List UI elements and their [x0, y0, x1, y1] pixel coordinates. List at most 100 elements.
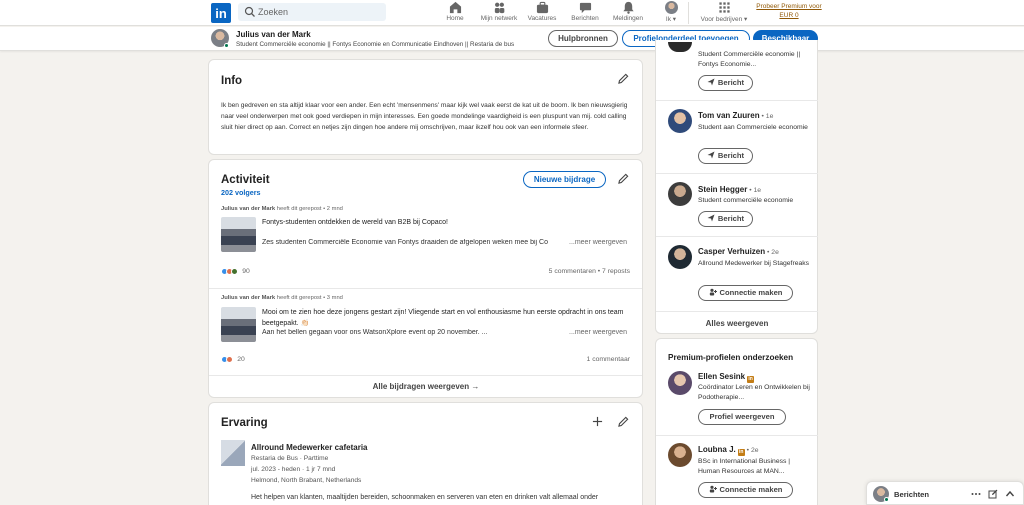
show-all-posts-link[interactable]: Alle bijdragen weergeven → — [209, 382, 643, 391]
see-more-link[interactable]: ...meer weergeven — [569, 329, 627, 336]
see-more-link[interactable]: ...meer weergeven — [569, 239, 627, 246]
nav-me[interactable]: Ik ▾ — [660, 0, 682, 26]
nav-jobs-label: Vacatures — [527, 15, 557, 22]
messaging-overlay[interactable]: Berichten — [866, 481, 1024, 505]
person-headline: Coördinator Leren en Ontwikkelen bij Pod… — [698, 384, 810, 401]
resources-button[interactable]: Hulpbronnen — [548, 30, 618, 47]
message-button[interactable]: Bericht — [698, 75, 753, 91]
post-title[interactable]: Mooi om te zien hoe deze jongens gestart… — [262, 307, 632, 329]
connect-button[interactable]: Connectie maken — [698, 285, 793, 301]
nav-divider — [688, 2, 689, 24]
grid-icon — [718, 2, 730, 13]
message-button[interactable]: Bericht — [698, 211, 753, 227]
nav-me-label: Ik ▾ — [665, 16, 677, 23]
view-profile-button[interactable]: Profiel weergeven — [698, 409, 786, 425]
show-all-people-link[interactable]: Alles weergeven — [656, 319, 818, 328]
about-title: Info — [221, 75, 243, 87]
linkedin-logo[interactable]: in — [211, 3, 231, 23]
message-button[interactable]: Bericht — [698, 148, 753, 164]
person-avatar[interactable] — [668, 42, 692, 52]
premium-line-2: EUR 0 — [779, 12, 799, 19]
about-text: Ik ben gedreven en sta altijd klaar voor… — [221, 102, 628, 131]
send-icon — [707, 151, 715, 159]
reaction-count: 20 — [237, 356, 245, 364]
search-box[interactable] — [238, 3, 386, 21]
company-logo[interactable] — [221, 440, 245, 466]
reactions-summary[interactable]: 20 — [221, 355, 245, 364]
send-icon — [707, 214, 715, 222]
person-name[interactable]: Stein Hegger • 1e — [698, 185, 761, 194]
online-status-dot — [884, 497, 889, 502]
sticky-profile-bar: Julius van der Mark Student Commerciële … — [0, 27, 1024, 51]
experience-period: jul. 2023 - heden · 1 jr 7 mnd — [251, 466, 336, 473]
support-reaction-icon — [231, 268, 238, 276]
post-body[interactable]: Zes studenten Commerciële Economie van F… — [262, 239, 572, 246]
online-status-dot — [224, 43, 229, 48]
post-divider — [209, 375, 642, 376]
chevron-up-icon[interactable] — [1005, 489, 1015, 499]
experience-title: Ervaring — [221, 417, 268, 429]
premium-profiles-card: Premium-profielen onderzoeken Ellen Sesi… — [655, 338, 818, 505]
post-repost-meta: Julius van der Mark heeft dit gerepost •… — [221, 295, 343, 301]
nav-network-label: Mijn netwerk — [480, 15, 518, 22]
person-name[interactable]: Ellen Sesink in — [698, 372, 755, 383]
post-title[interactable]: Fontys-studenten ontdekken de wereld van… — [262, 217, 632, 228]
nav-notifications[interactable]: Meldingen — [611, 0, 645, 26]
person-headline: Student commerciële economie — [698, 197, 794, 204]
post-stats[interactable]: 5 commentaren • 7 reposts — [549, 268, 630, 275]
activity-title: Activiteit — [221, 174, 270, 186]
edit-pencil-icon[interactable] — [618, 173, 629, 184]
nav-messaging[interactable]: Berichten — [569, 0, 601, 26]
experience-role: Allround Medewerker cafetaria — [251, 443, 368, 452]
avatar — [664, 1, 678, 14]
person-avatar[interactable] — [668, 443, 692, 467]
new-post-button[interactable]: Nieuwe bijdrage — [523, 171, 606, 188]
compose-icon[interactable] — [988, 489, 998, 499]
post-thumbnail[interactable] — [221, 307, 256, 342]
connect-button[interactable]: Connectie maken — [698, 482, 793, 498]
about-card: Info Ik ben gedreven en sta altijd klaar… — [208, 59, 643, 155]
network-icon — [494, 2, 504, 14]
nav-messaging-label: Berichten — [571, 15, 599, 22]
profile-headline: Student Commerciële economie || Fontys E… — [236, 41, 515, 48]
premium-badge-icon: in — [737, 449, 745, 456]
reactions-summary[interactable]: 90 — [221, 267, 250, 276]
premium-trial-link[interactable]: Probeer Premium voor EUR 0 — [754, 2, 824, 20]
list-divider — [656, 100, 818, 101]
post-stats[interactable]: 1 commentaar — [587, 356, 630, 363]
person-avatar[interactable] — [668, 109, 692, 133]
nav-home-label: Home — [446, 15, 464, 22]
person-headline: BSc in International Business | Human Re… — [698, 458, 791, 475]
person-headline: Allround Medewerker bij Stagefreaks — [698, 260, 810, 267]
person-name[interactable]: Casper Verhuizen • 2e — [698, 247, 779, 256]
edit-pencil-icon[interactable] — [618, 73, 629, 84]
list-divider — [656, 173, 818, 174]
person-avatar[interactable] — [668, 182, 692, 206]
search-input[interactable] — [258, 5, 378, 19]
post-body[interactable]: Aan het bellen gegaan voor ons WatsonXpl… — [262, 329, 572, 336]
post-thumbnail[interactable] — [221, 217, 256, 252]
edit-pencil-icon[interactable] — [618, 416, 629, 427]
home-icon — [449, 1, 461, 14]
nav-for-business[interactable]: Voor bedrijven ▾ — [697, 0, 751, 26]
nav-jobs[interactable]: Vacatures — [526, 0, 558, 26]
person-headline: Student Commerciële economie || Fontys E… — [698, 51, 801, 68]
nav-home[interactable]: Home — [441, 0, 469, 26]
person-avatar[interactable] — [668, 371, 692, 395]
more-options-icon[interactable] — [971, 489, 981, 499]
nav-for-business-label: Voor bedrijven ▾ — [700, 16, 748, 23]
activity-card: Activiteit 202 volgers Nieuwe bijdrage J… — [208, 159, 643, 398]
bell-icon — [622, 1, 634, 14]
add-person-icon — [709, 485, 717, 493]
add-plus-icon[interactable] — [592, 416, 603, 427]
love-reaction-icon — [226, 356, 233, 364]
person-avatar[interactable] — [668, 245, 692, 269]
reaction-count: 90 — [242, 268, 250, 276]
nav-network[interactable]: Mijn netwerk — [478, 0, 520, 26]
experience-company: Restaria de Bus · Parttime — [251, 455, 329, 462]
experience-card: Ervaring Allround Medewerker cafetaria R… — [208, 402, 643, 505]
profile-name: Julius van der Mark — [236, 30, 311, 39]
person-name[interactable]: Tom van Zuuren • 1e — [698, 111, 773, 120]
followers-link[interactable]: 202 volgers — [221, 188, 261, 197]
person-name[interactable]: Loubna J. in • 2e — [698, 445, 759, 456]
